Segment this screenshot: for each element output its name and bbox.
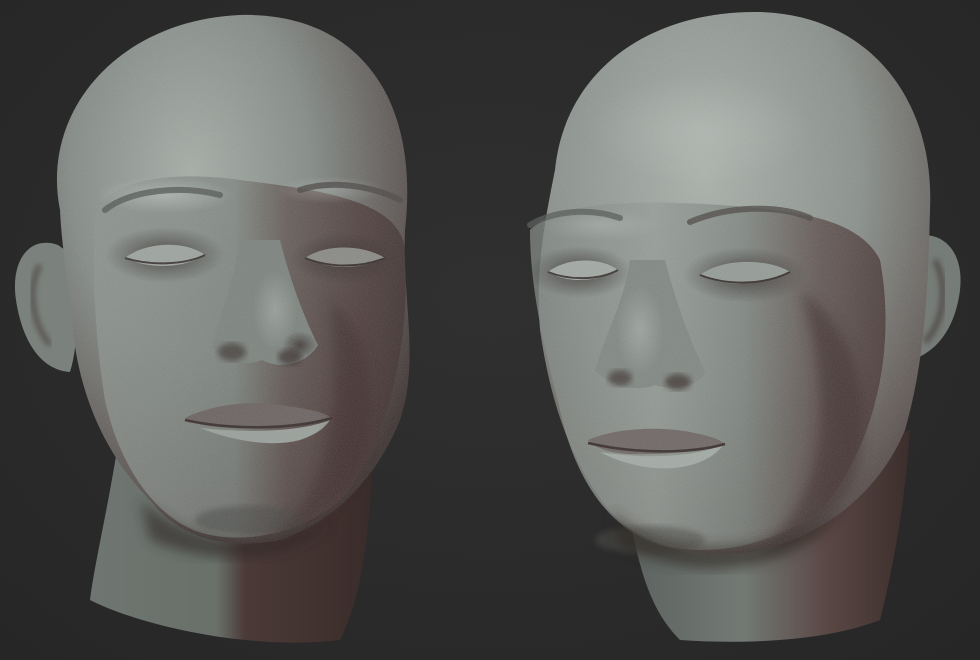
sculpt-render bbox=[14, 11, 961, 643]
render-viewport bbox=[0, 0, 980, 660]
head-sculpt-left bbox=[14, 14, 410, 643]
head-sculpt-right bbox=[527, 11, 961, 642]
